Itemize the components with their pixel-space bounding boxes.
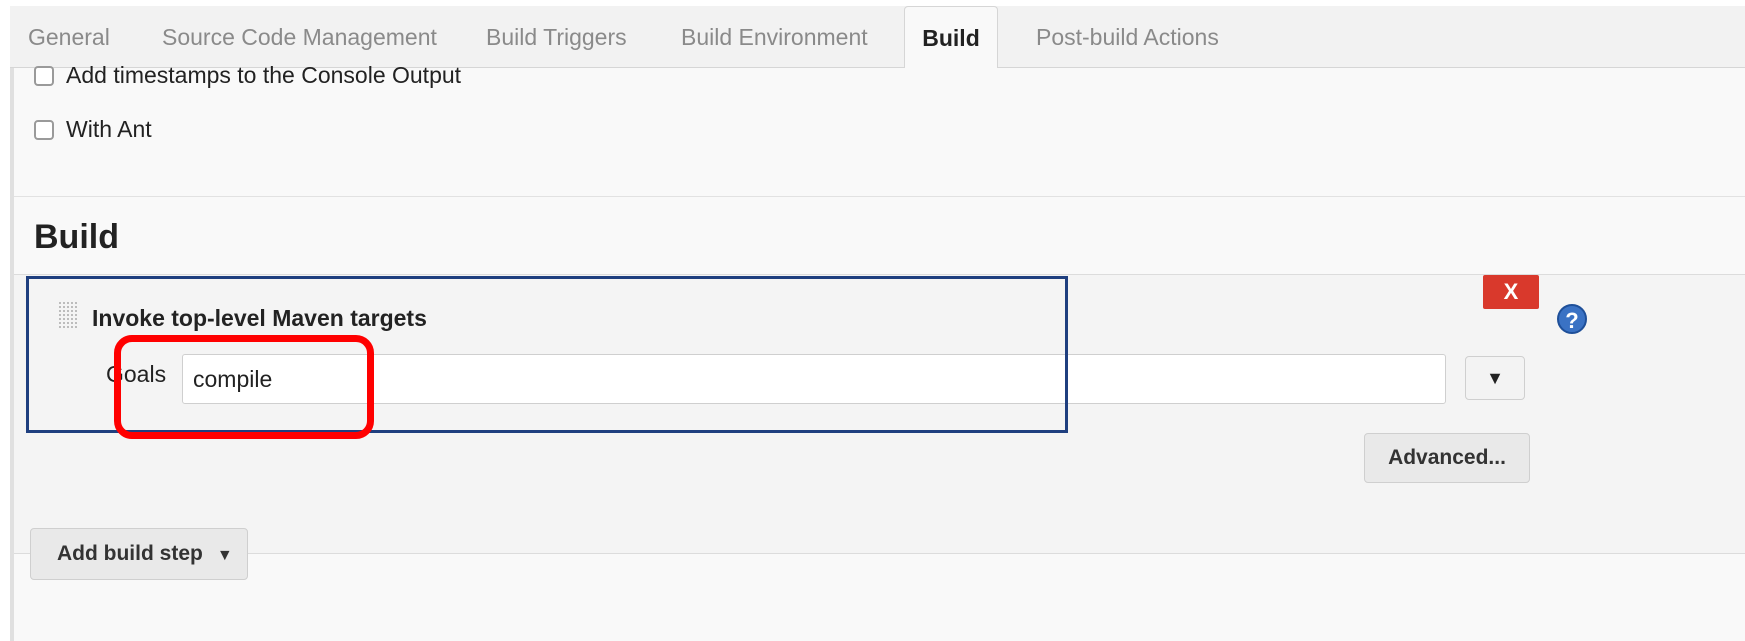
tab-build[interactable]: Build (904, 6, 998, 69)
with-ant-label: With Ant (66, 116, 152, 142)
add-build-step-button[interactable]: Add build step ▼ (30, 528, 248, 580)
add-build-step-label: Add build step (57, 542, 203, 565)
tab-build-environment[interactable]: Build Environment (681, 6, 868, 68)
config-tabs: General Source Code Management Build Tri… (10, 6, 1745, 69)
delete-step-button[interactable]: X (1483, 275, 1539, 309)
goals-input[interactable] (182, 354, 1446, 404)
help-icon[interactable]: ? (1557, 304, 1587, 334)
chevron-down-icon: ▼ (216, 547, 233, 564)
build-step-maven: Invoke top-level Maven targets X ? Goals… (14, 274, 1745, 554)
tab-post-build-actions[interactable]: Post-build Actions (1036, 6, 1219, 68)
tab-source-code-management[interactable]: Source Code Management (162, 6, 437, 68)
tab-general[interactable]: General (28, 6, 110, 68)
expand-goals-button[interactable]: ▼ (1465, 356, 1525, 400)
tab-build-triggers[interactable]: Build Triggers (486, 6, 627, 68)
section-divider (14, 196, 1745, 197)
timestamps-option: Add timestamps to the Console Output (34, 62, 461, 89)
build-step-title: Invoke top-level Maven targets (92, 305, 427, 331)
config-panel: Add timestamps to the Console Output Wit… (10, 62, 1745, 641)
timestamps-label: Add timestamps to the Console Output (66, 62, 462, 88)
drag-handle-icon[interactable] (58, 301, 78, 329)
with-ant-checkbox[interactable] (34, 119, 54, 140)
with-ant-option: With Ant (34, 116, 152, 143)
timestamps-checkbox[interactable] (34, 65, 54, 86)
advanced-button[interactable]: Advanced... (1364, 433, 1530, 483)
goals-label: Goals (106, 361, 167, 387)
build-section-heading: Build (34, 218, 119, 256)
